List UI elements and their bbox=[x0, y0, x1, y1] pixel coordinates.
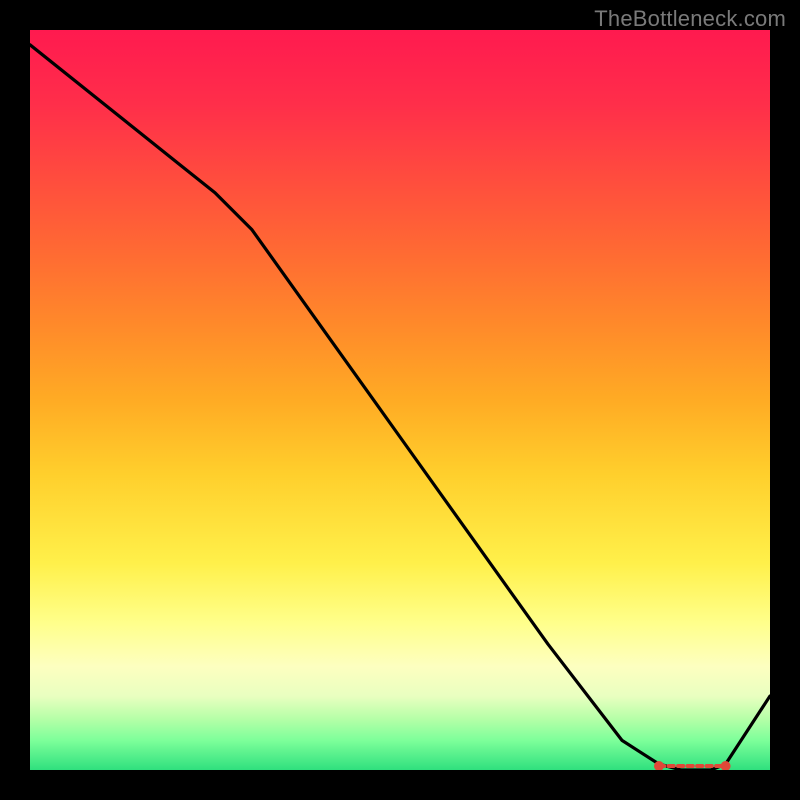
plot-area bbox=[30, 30, 770, 770]
curve-layer bbox=[30, 30, 770, 770]
series-curve bbox=[30, 45, 770, 770]
attribution-label: TheBottleneck.com bbox=[594, 6, 786, 32]
chart-root: TheBottleneck.com bbox=[0, 0, 800, 800]
optimum-end-dot bbox=[721, 761, 731, 770]
